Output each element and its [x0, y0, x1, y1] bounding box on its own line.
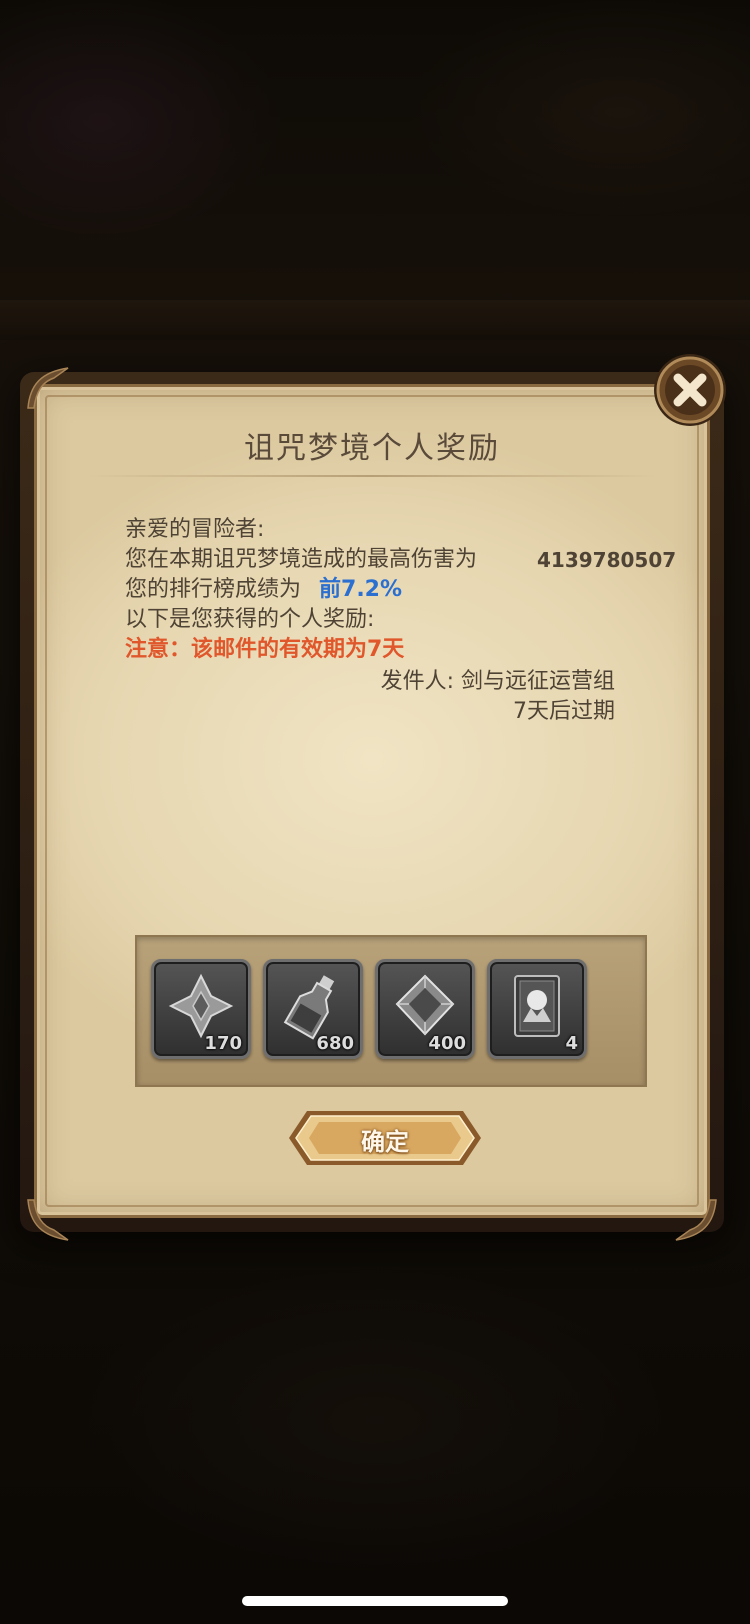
greeting-line: 亲爱的冒险者:	[125, 517, 265, 542]
home-indicator[interactable]	[242, 1596, 508, 1606]
mail-dialog: 诅咒梦境个人奖励 亲爱的冒险者: 您在本期诅咒梦境造成的最高伤害为 413978…	[20, 367, 724, 1241]
sender-block: 发件人: 剑与远征运营组 7天后过期	[381, 667, 615, 727]
frame-corner-ornament	[27, 1199, 69, 1241]
reward-item[interactable]: 4	[487, 959, 587, 1059]
reward-quantity: 170	[204, 1033, 242, 1054]
reward-quantity: 4	[565, 1033, 578, 1054]
reward-item[interactable]: 680	[263, 959, 363, 1059]
rewards-intro-line: 以下是您获得的个人奖励:	[125, 607, 375, 632]
damage-value: 4139780507	[537, 548, 677, 572]
confirm-button[interactable]: 确定	[285, 1107, 485, 1169]
summon-card-icon	[514, 975, 560, 1037]
close-button[interactable]	[652, 352, 728, 428]
damage-label: 您在本期诅咒梦境造成的最高伤害为	[125, 547, 478, 572]
close-icon	[654, 354, 726, 426]
reward-quantity: 400	[428, 1033, 466, 1054]
potion-bottle-icon	[283, 975, 335, 1040]
reward-quantity: 680	[316, 1033, 354, 1054]
rank-value: 前7.2%	[319, 577, 403, 602]
shuriken-shard-icon	[168, 973, 234, 1039]
diamond-crystal-icon	[395, 974, 455, 1036]
sender-line: 发件人: 剑与远征运营组	[380, 669, 615, 694]
expiry-line: 7天后过期	[513, 699, 615, 724]
frame-corner-ornament	[27, 367, 69, 409]
notice-line: 注意：该邮件的有效期为7天	[125, 637, 405, 662]
reward-item[interactable]: 400	[375, 959, 475, 1059]
confirm-label: 确定	[361, 1128, 409, 1156]
dialog-title: 诅咒梦境个人奖励	[244, 431, 500, 466]
title-divider	[87, 475, 657, 477]
reward-item[interactable]: 170	[151, 959, 251, 1059]
rank-line: 您的排行榜成绩为 前7.2%	[125, 575, 685, 605]
parchment-panel: 诅咒梦境个人奖励 亲爱的冒险者: 您在本期诅咒梦境造成的最高伤害为 413978…	[34, 384, 710, 1218]
damage-line: 您在本期诅咒梦境造成的最高伤害为 4139780507	[125, 545, 685, 575]
mail-body: 亲爱的冒险者: 您在本期诅咒梦境造成的最高伤害为 4139780507 您的排行…	[125, 515, 685, 665]
rank-label: 您的排行榜成绩为	[125, 577, 302, 602]
frame-corner-ornament	[675, 1199, 717, 1241]
rewards-tray: 170 680 400 4	[135, 935, 647, 1087]
